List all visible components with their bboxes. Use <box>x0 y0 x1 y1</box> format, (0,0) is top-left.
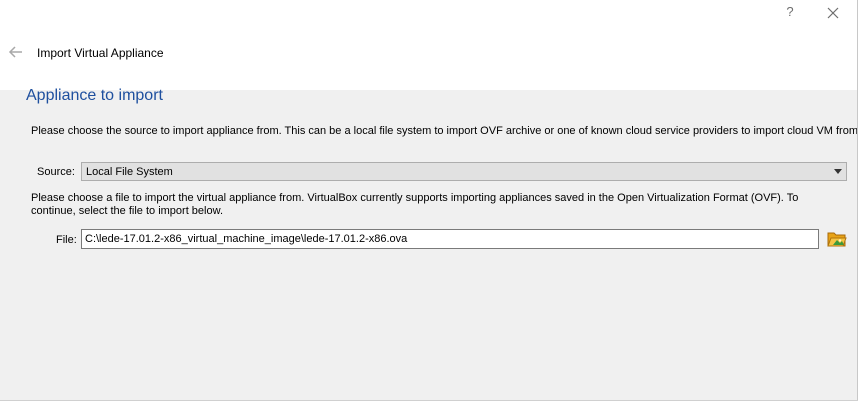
close-icon <box>827 7 839 19</box>
source-select[interactable]: Local File System <box>81 162 847 181</box>
window-title: Import Virtual Appliance <box>37 46 164 60</box>
back-button[interactable] <box>8 45 24 59</box>
chevron-down-icon <box>834 169 842 174</box>
source-select-value: Local File System <box>86 166 173 178</box>
file-description: Please choose a file to import the virtu… <box>31 192 799 217</box>
browse-file-button[interactable] <box>827 230 847 248</box>
source-description: Please choose the source to import appli… <box>31 125 858 137</box>
close-button[interactable] <box>826 6 840 20</box>
page-title: Appliance to import <box>26 87 163 104</box>
file-path-input[interactable] <box>81 229 819 249</box>
folder-open-icon <box>827 232 847 247</box>
source-label: Source: <box>37 166 75 178</box>
wizard-header <box>0 0 858 90</box>
back-arrow-icon <box>8 46 22 58</box>
file-label: File: <box>56 234 77 246</box>
help-button[interactable]: ? <box>783 4 797 22</box>
question-mark-icon: ? <box>786 4 794 19</box>
